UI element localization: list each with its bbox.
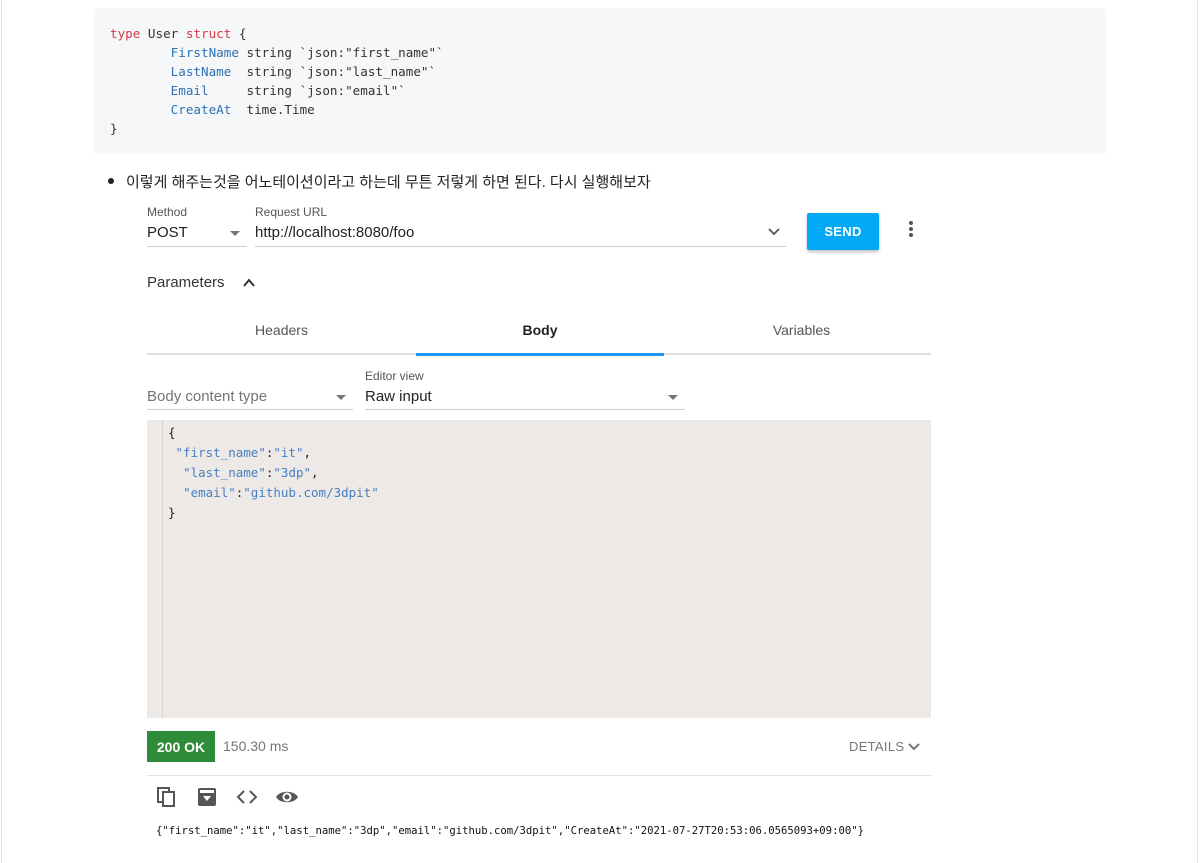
status-divider xyxy=(147,775,931,776)
editor-line: "email":"github.com/3dpit" xyxy=(183,485,379,500)
code-line: FirstName string `json:"first_name"` xyxy=(170,45,444,60)
code-line: type User struct { xyxy=(110,26,247,41)
status-badge: 200 OK xyxy=(147,731,215,762)
active-tab-indicator xyxy=(416,353,664,356)
editor-gutter xyxy=(162,420,163,718)
copy-icon[interactable] xyxy=(155,785,179,809)
body-content-type-select[interactable]: Body content type xyxy=(147,388,267,405)
frame-left-border xyxy=(1,0,2,863)
editor-line: { xyxy=(168,425,176,440)
editor-line: "last_name":"3dp", xyxy=(183,465,319,480)
url-label: Request URL xyxy=(255,205,328,219)
tab-body[interactable]: Body xyxy=(416,322,664,338)
code-line: Email string `json:"email"` xyxy=(170,83,406,98)
editor-line: "first_name":"it", xyxy=(175,445,312,460)
bullet-item: 이렇게 해주는것을 어노테이션이라고 하는데 무튼 저렇게 하면 된다. 다시 … xyxy=(108,171,651,192)
editor-code: { "first_name":"it", "last_name":"3dp", … xyxy=(168,423,379,523)
editor-view-select[interactable]: Raw input xyxy=(365,388,432,405)
method-underline xyxy=(147,246,247,247)
more-options-icon[interactable] xyxy=(906,221,916,241)
method-dropdown-arrow-icon[interactable] xyxy=(230,231,240,236)
code-line: LastName string `json:"last_name"` xyxy=(170,64,437,79)
tab-variables[interactable]: Variables xyxy=(664,322,939,338)
tab-headers[interactable]: Headers xyxy=(147,322,416,338)
body-editor[interactable]: { "first_name":"it", "last_name":"3dp", … xyxy=(147,420,931,718)
code-line: } xyxy=(110,121,118,136)
method-label: Method xyxy=(147,205,188,219)
eye-icon[interactable] xyxy=(275,785,299,809)
editor-view-underline xyxy=(365,409,685,410)
content-type-dropdown-arrow-icon[interactable] xyxy=(336,395,346,400)
code-line: CreateAt time.Time xyxy=(170,102,315,117)
code-icon[interactable] xyxy=(235,785,259,809)
editor-line: } xyxy=(168,505,176,520)
parameters-toggle[interactable]: Parameters xyxy=(147,274,225,291)
frame-right-border xyxy=(1197,0,1198,863)
save-icon[interactable] xyxy=(195,785,219,809)
bullet-text: 이렇게 해주는것을 어노테이션이라고 하는데 무튼 저렇게 하면 된다. 다시 … xyxy=(126,174,651,191)
response-body: {"first_name":"it","last_name":"3dp","em… xyxy=(156,825,864,837)
url-underline xyxy=(255,246,786,247)
url-history-chevron-icon[interactable] xyxy=(767,226,781,238)
bullet-dot xyxy=(108,178,114,185)
chevron-down-icon[interactable] xyxy=(908,741,920,753)
response-time: 150.30 ms xyxy=(223,738,289,754)
details-toggle[interactable]: DETAILS xyxy=(849,739,904,754)
content-type-underline xyxy=(147,409,353,410)
url-input[interactable]: http://localhost:8080/foo xyxy=(255,224,414,241)
editor-view-dropdown-arrow-icon[interactable] xyxy=(668,395,678,400)
send-button[interactable]: SEND xyxy=(807,213,879,250)
chevron-up-icon[interactable] xyxy=(243,277,255,289)
go-code-block: type User struct { FirstName string `jso… xyxy=(94,8,1106,154)
editor-view-label: Editor view xyxy=(365,369,424,383)
method-select[interactable]: POST xyxy=(147,224,188,241)
